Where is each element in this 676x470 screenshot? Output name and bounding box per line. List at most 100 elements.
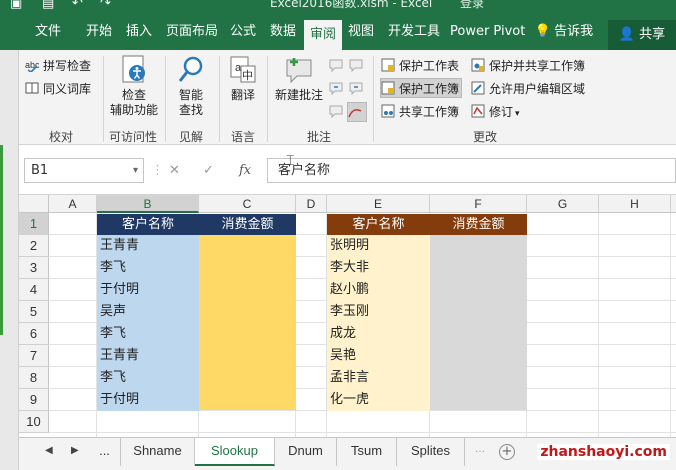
- row-header-2[interactable]: 2: [19, 235, 49, 257]
- table1-name-cell[interactable]: 李飞: [97, 367, 199, 389]
- column-header-b[interactable]: B: [97, 195, 199, 213]
- add-sheet-icon[interactable]: +: [499, 444, 515, 460]
- title-bar: ▣ ▤ ↶ ↷ Excel2016函数.xlsm - Excel 登录: [0, 0, 676, 14]
- column-header-a[interactable]: A: [49, 195, 97, 213]
- sheet-tab-dnum[interactable]: Dnum: [275, 438, 337, 466]
- thesaurus-button[interactable]: 同义词库: [25, 79, 91, 99]
- cancel-icon[interactable]: ✕: [169, 158, 180, 183]
- delete-comment-button[interactable]: [329, 56, 347, 76]
- tell-me[interactable]: 💡 告诉我: [534, 14, 594, 50]
- column-header-g[interactable]: G: [527, 195, 599, 213]
- row-header-9[interactable]: 9: [19, 389, 49, 411]
- share-button[interactable]: 👤 共享: [608, 20, 676, 50]
- scroll-left-icon[interactable]: ◀: [45, 445, 53, 456]
- row-header-1[interactable]: 1: [19, 213, 49, 235]
- tab-data[interactable]: 数据: [266, 14, 300, 50]
- table1-amount-column[interactable]: [199, 235, 296, 410]
- select-all-corner[interactable]: [19, 195, 49, 213]
- sheet-tab-splites[interactable]: Splites: [397, 438, 465, 466]
- table2-name-cell[interactable]: 孟非言: [327, 367, 430, 389]
- next-comment-button[interactable]: [349, 79, 367, 99]
- table2-name-cell[interactable]: 吴艳: [327, 345, 430, 367]
- login-link[interactable]: 登录: [460, 0, 484, 11]
- formula-input[interactable]: 客户名称: [267, 158, 676, 183]
- row-header-4[interactable]: 4: [19, 279, 49, 301]
- table1-name-cell[interactable]: 王青青: [97, 345, 199, 367]
- enter-icon[interactable]: ✓: [203, 158, 214, 183]
- table1-name-cell[interactable]: 于付明: [97, 279, 199, 301]
- watermark: zhanshaoyi.com: [537, 444, 670, 460]
- row-header-5[interactable]: 5: [19, 301, 49, 323]
- accessibility-icon: [122, 55, 145, 83]
- tab-view[interactable]: 视图: [344, 14, 378, 50]
- previous-comment-button[interactable]: [329, 79, 347, 99]
- table1-name-cell[interactable]: 吴声: [97, 301, 199, 323]
- scroll-right-icon[interactable]: ▶: [71, 445, 79, 456]
- column-header-i[interactable]: [671, 195, 676, 213]
- smart-lookup-button[interactable]: 智能 查找: [171, 54, 211, 118]
- row-header-8[interactable]: 8: [19, 367, 49, 389]
- ink-icon: [348, 109, 362, 118]
- sheet-tabs-more[interactable]: ...: [89, 438, 121, 466]
- check-accessibility-button[interactable]: 检查 辅助功能: [107, 54, 161, 118]
- new-comment-button[interactable]: 新建批注: [271, 54, 327, 103]
- redo-icon[interactable]: ↷: [100, 0, 111, 11]
- insert-function-icon[interactable]: fx: [239, 158, 251, 183]
- tab-home[interactable]: 开始: [82, 14, 116, 50]
- spell-check-button[interactable]: abc 拼写检查: [25, 56, 91, 76]
- share-workbook-button[interactable]: 共享工作簿: [381, 102, 459, 122]
- tab-formulas[interactable]: 公式: [226, 14, 260, 50]
- table2-name-cell[interactable]: 赵小鹏: [327, 279, 430, 301]
- table2-name-cell[interactable]: 化一虎: [327, 389, 430, 411]
- comment-action-button[interactable]: [349, 56, 367, 76]
- group-separator: [267, 56, 268, 142]
- save-icon[interactable]: ▤: [42, 0, 54, 11]
- protect-sheet-button[interactable]: 保护工作表: [381, 56, 459, 76]
- table1-name-cell[interactable]: 李飞: [97, 323, 199, 345]
- tab-developer[interactable]: 开发工具: [384, 14, 444, 50]
- row-header-7[interactable]: 7: [19, 345, 49, 367]
- translate-button[interactable]: a中 翻译: [223, 54, 263, 103]
- table2-name-cell[interactable]: 张明明: [327, 235, 430, 257]
- tab-file[interactable]: 文件: [30, 14, 66, 50]
- show-ink-button[interactable]: [347, 102, 367, 122]
- chevron-down-icon: ▾: [515, 109, 520, 119]
- track-changes-button[interactable]: 修订 ▾: [471, 102, 520, 122]
- tab-power-pivot[interactable]: Power Pivot: [450, 14, 525, 50]
- protect-and-share-button[interactable]: 保护并共享工作簿: [471, 56, 585, 76]
- table2-header-name[interactable]: 客户名称: [327, 214, 430, 235]
- table1-header-name[interactable]: 客户名称: [97, 214, 199, 235]
- tab-page-layout[interactable]: 页面布局: [162, 14, 222, 50]
- protect-workbook-button[interactable]: 保护工作簿: [380, 78, 463, 98]
- row-header-10[interactable]: 10: [19, 411, 49, 433]
- undo-icon[interactable]: ↶: [72, 0, 83, 11]
- table2-amount-column[interactable]: [430, 235, 527, 410]
- table2-name-cell[interactable]: 成龙: [327, 323, 430, 345]
- thesaurus-label: 同义词库: [43, 82, 92, 96]
- row-header-3[interactable]: 3: [19, 257, 49, 279]
- show-comments-button[interactable]: [329, 102, 347, 122]
- tab-insert[interactable]: 插入: [122, 14, 156, 50]
- column-header-e[interactable]: E: [327, 195, 430, 213]
- table2-name-cell[interactable]: 李大非: [327, 257, 430, 279]
- table1-name-cell[interactable]: 王青青: [97, 235, 199, 257]
- table1-name-cell[interactable]: 李飞: [97, 257, 199, 279]
- tab-review[interactable]: 审阅: [304, 20, 342, 50]
- column-header-f[interactable]: F: [430, 195, 527, 213]
- table2-name-cell[interactable]: 李玉刚: [327, 301, 430, 323]
- table1-name-cell[interactable]: 于付明: [97, 389, 199, 411]
- table2-header-amount[interactable]: 消费金额: [430, 214, 527, 235]
- sheet-tab-slookup[interactable]: Slookup: [195, 438, 275, 466]
- more-sheets-icon[interactable]: …: [475, 444, 485, 455]
- allow-edit-ranges-button[interactable]: 允许用户编辑区域: [471, 79, 585, 99]
- table1-header-amount[interactable]: 消费金额: [199, 214, 296, 235]
- row-header-6[interactable]: 6: [19, 323, 49, 345]
- sheet-tab-tsum[interactable]: Tsum: [337, 438, 397, 466]
- column-header-h[interactable]: H: [599, 195, 671, 213]
- worksheet-grid[interactable]: A B C D E F G H 1 2 3 4 5 6 7 8 9 10 客户名称 消费金额 王青…: [19, 195, 676, 437]
- column-header-c[interactable]: C: [199, 195, 296, 213]
- sheet-tab-shname[interactable]: Shname: [121, 438, 195, 466]
- group-separator: [373, 56, 374, 142]
- column-header-d[interactable]: D: [296, 195, 327, 213]
- name-box[interactable]: B1 ▾: [24, 158, 144, 183]
